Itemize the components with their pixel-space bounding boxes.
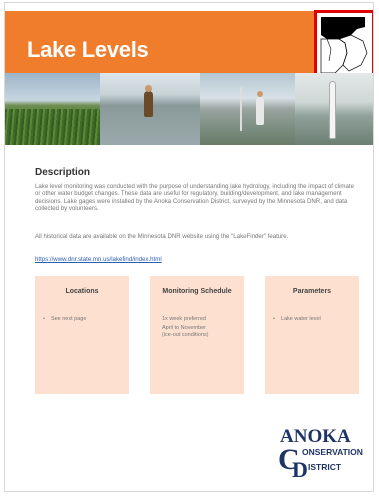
schedule-season: April to November <box>162 325 207 331</box>
svg-text:ONSERVATION: ONSERVATION <box>302 447 363 457</box>
description-paragraph: Lake level monitoring was conducted with… <box>35 183 354 213</box>
svg-text:ISTRICT: ISTRICT <box>308 462 342 472</box>
data-availability-note: All historical data are available on the… <box>35 233 289 240</box>
parameters-card: Parameters Lake water level <box>265 276 359 394</box>
description-heading: Description <box>35 167 91 178</box>
document-page: Lake Levels Description Lake level monit… <box>4 2 374 492</box>
page-title: Lake Levels <box>27 37 149 62</box>
photo-person-with-gage <box>199 73 296 145</box>
photo-strip <box>5 73 373 145</box>
svg-text:D: D <box>292 457 308 481</box>
monitoring-schedule-card: Monitoring Schedule 1x week preferred Ap… <box>150 276 244 394</box>
locations-item: See next page <box>43 316 123 323</box>
locations-card: Locations See next page <box>35 276 129 394</box>
schedule-frequency: 1x week preferred <box>162 316 207 322</box>
locations-title: Locations <box>65 288 99 295</box>
parameters-item: Lake water level <box>273 316 353 323</box>
photo-staff-gage <box>295 73 373 145</box>
photo-shoreline <box>5 73 101 145</box>
monitoring-schedule-title: Monitoring Schedule <box>162 288 232 295</box>
photo-person-wading <box>100 73 200 145</box>
county-map-icon <box>320 17 368 74</box>
parameters-title: Parameters <box>292 288 332 295</box>
dnr-lakefinder-link[interactable]: https://www.dnr.state.mn.us/lakefind/ind… <box>35 256 162 263</box>
anoka-conservation-district-logo: ANOKA C D ONSERVATION ISTRICT <box>278 425 368 482</box>
county-locator-map <box>314 10 373 81</box>
schedule-condition: (ice-out conditions) <box>162 332 209 338</box>
